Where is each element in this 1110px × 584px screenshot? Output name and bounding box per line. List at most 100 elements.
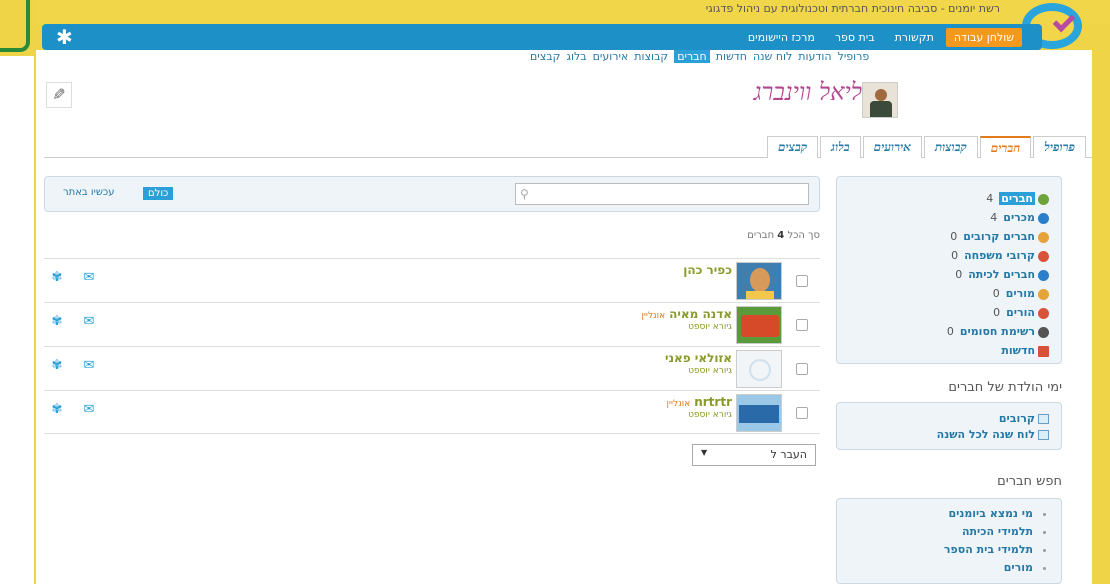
friend-school: גיורא יוספט <box>688 322 732 332</box>
friend-school: גיורא יוספט <box>688 366 732 376</box>
category-label: רשימת חסומים <box>959 325 1035 338</box>
profile-avatar[interactable] <box>862 82 898 118</box>
edit-pencil-icon[interactable]: ✎ <box>46 82 72 108</box>
birthdays-yearly[interactable]: לוח שנה לכל השנה <box>837 427 1049 443</box>
subnav-files[interactable]: קבצים <box>530 50 560 63</box>
category-count: 0 <box>993 306 1001 319</box>
birthdays-close[interactable]: קרובים <box>837 411 1049 427</box>
category-acquaintances[interactable]: מכרים 4 <box>837 208 1049 227</box>
friend-row: nrtrtrאונליין גיורא יוספט ✉ ✾ <box>44 390 820 434</box>
search-friends-box: מי נמצא ביומנים תלמידי הכיתה תלמידי בית … <box>836 498 1062 584</box>
friend-name[interactable]: אזולאי פאני <box>665 351 732 365</box>
mail-icon[interactable]: ✉ <box>80 271 98 285</box>
subnav-messages[interactable]: הודעות <box>798 50 831 63</box>
left-edge-white <box>0 56 34 584</box>
category-count: 0 <box>992 287 1000 300</box>
avatar-shirt <box>746 291 774 299</box>
subnav-blog[interactable]: בלוג <box>566 50 586 63</box>
category-label: הורים <box>1006 306 1035 319</box>
search-classmates[interactable]: תלמידי הכיתה <box>837 523 1033 541</box>
chevron-down-icon: ▼ <box>701 448 708 457</box>
subnav-groups[interactable]: קבוצות <box>634 50 668 63</box>
category-parents[interactable]: הורים 0 <box>837 303 1049 322</box>
friends-search-input[interactable]: ⚲ <box>515 183 809 205</box>
remove-friend-icon[interactable]: ✾ <box>48 315 66 329</box>
person-icon <box>1038 212 1049 224</box>
mail-icon[interactable]: ✉ <box>80 359 98 373</box>
category-label: חברים <box>999 192 1035 205</box>
subnav-profile[interactable]: פרופיל <box>838 50 870 63</box>
remove-friend-icon[interactable]: ✾ <box>48 271 66 285</box>
category-classmates[interactable]: חברים לכיתה 0 <box>837 265 1049 284</box>
search-icon: ⚲ <box>520 187 529 201</box>
friend-name[interactable]: כפיר כהן <box>683 263 732 277</box>
tab-files[interactable]: קבצים <box>767 136 819 158</box>
friends-filter-bar: ⚲ כולם עכשיו באתר <box>44 176 820 212</box>
avatar-face <box>750 268 770 292</box>
search-school-students[interactable]: תלמידי בית הספר <box>837 541 1033 559</box>
nav-item-communication[interactable]: תקשורת <box>887 28 942 47</box>
nav-item-app-center[interactable]: מרכז היישומים <box>740 28 823 47</box>
category-family[interactable]: קרובי משפחה 0 <box>837 246 1049 265</box>
category-label: חברים לכיתה <box>968 268 1035 281</box>
subnav-friends[interactable]: חברים <box>674 50 710 63</box>
avatar-graphic <box>741 315 779 337</box>
nav-item-desk[interactable]: שולחן עבודה <box>945 27 1022 47</box>
tab-blog[interactable]: בלוג <box>820 136 861 158</box>
tabs-row: פרופיל חברים קבוצות אירועים בלוג קבצים <box>767 136 1086 158</box>
total-prefix: סך הכל <box>787 230 820 241</box>
gear-icon[interactable]: ✱ <box>56 26 73 48</box>
friend-avatar[interactable] <box>736 350 782 388</box>
friend-avatar[interactable] <box>736 262 782 300</box>
friend-row: אזולאי פאני גיורא יוספט ✉ ✾ <box>44 346 820 390</box>
category-friends[interactable]: חברים 4 <box>837 189 1049 208</box>
tab-events[interactable]: אירועים <box>862 136 922 158</box>
mail-icon[interactable]: ✉ <box>80 315 98 329</box>
move-to-selected: העבר ל <box>770 448 807 461</box>
default-avatar-icon <box>749 359 771 381</box>
category-teachers[interactable]: מורים 0 <box>837 284 1049 303</box>
avatar-graphic <box>739 405 779 423</box>
category-count: 4 <box>986 192 994 205</box>
category-close-friends[interactable]: חברים קרובים 0 <box>837 227 1049 246</box>
category-count: 0 <box>955 268 963 281</box>
birthdays-list: קרובים לוח שנה לכל השנה <box>837 403 1061 443</box>
tab-profile[interactable]: פרופיל <box>1033 136 1086 158</box>
subnav-events[interactable]: אירועים <box>593 50 629 63</box>
friend-checkbox[interactable] <box>796 319 808 331</box>
category-news[interactable]: חדשות <box>837 341 1049 360</box>
subnav-calendar[interactable]: לוח שנה <box>753 50 792 63</box>
friends-total: סך הכל 4 חברים <box>722 230 820 241</box>
search-teachers[interactable]: מורים <box>837 559 1033 577</box>
friend-categories: חברים4 מכרים4 חברים קרובים0 קרובי משפחה0… <box>837 177 1061 360</box>
friend-checkbox[interactable] <box>796 275 808 287</box>
search-who-is-in[interactable]: מי נמצא ביומנים <box>837 505 1033 523</box>
person-icon <box>1038 307 1049 319</box>
remove-friend-icon[interactable]: ✾ <box>48 403 66 417</box>
filter-online-button[interactable]: עכשיו באתר <box>63 187 114 198</box>
friends-list: כפיר כהן ✉ ✾ אדנה מאיהאונליין גיורא יוספ… <box>44 258 820 434</box>
avatar-head <box>875 89 887 101</box>
friend-name[interactable]: אדנה מאיה <box>669 307 732 321</box>
filter-all-button[interactable]: כולם <box>143 187 174 200</box>
friend-name[interactable]: nrtrtr <box>694 395 732 409</box>
tab-groups[interactable]: קבוצות <box>923 136 978 158</box>
person-icon <box>1038 250 1049 262</box>
category-count: 4 <box>990 211 998 224</box>
friend-info: כפיר כהן <box>474 263 732 277</box>
friend-checkbox[interactable] <box>796 407 808 419</box>
friend-categories-box: חברים4 מכרים4 חברים קרובים0 קרובי משפחה0… <box>836 176 1062 364</box>
tab-friends[interactable]: חברים <box>979 136 1032 158</box>
friend-avatar[interactable] <box>736 306 782 344</box>
person-icon <box>1038 288 1049 300</box>
category-blocked[interactable]: רשימת חסומים 0 <box>837 322 1049 341</box>
move-to-select[interactable]: העבר ל ▼ <box>692 444 816 466</box>
friend-avatar[interactable] <box>736 394 782 432</box>
nav-item-school[interactable]: בית ספר <box>827 28 883 47</box>
friend-info: nrtrtrאונליין גיורא יוספט <box>474 395 732 420</box>
search-friends-list: מי נמצא ביומנים תלמידי הכיתה תלמידי בית … <box>837 499 1061 577</box>
remove-friend-icon[interactable]: ✾ <box>48 359 66 373</box>
mail-icon[interactable]: ✉ <box>80 403 98 417</box>
subnav-news[interactable]: חדשות <box>716 50 747 63</box>
friend-checkbox[interactable] <box>796 363 808 375</box>
